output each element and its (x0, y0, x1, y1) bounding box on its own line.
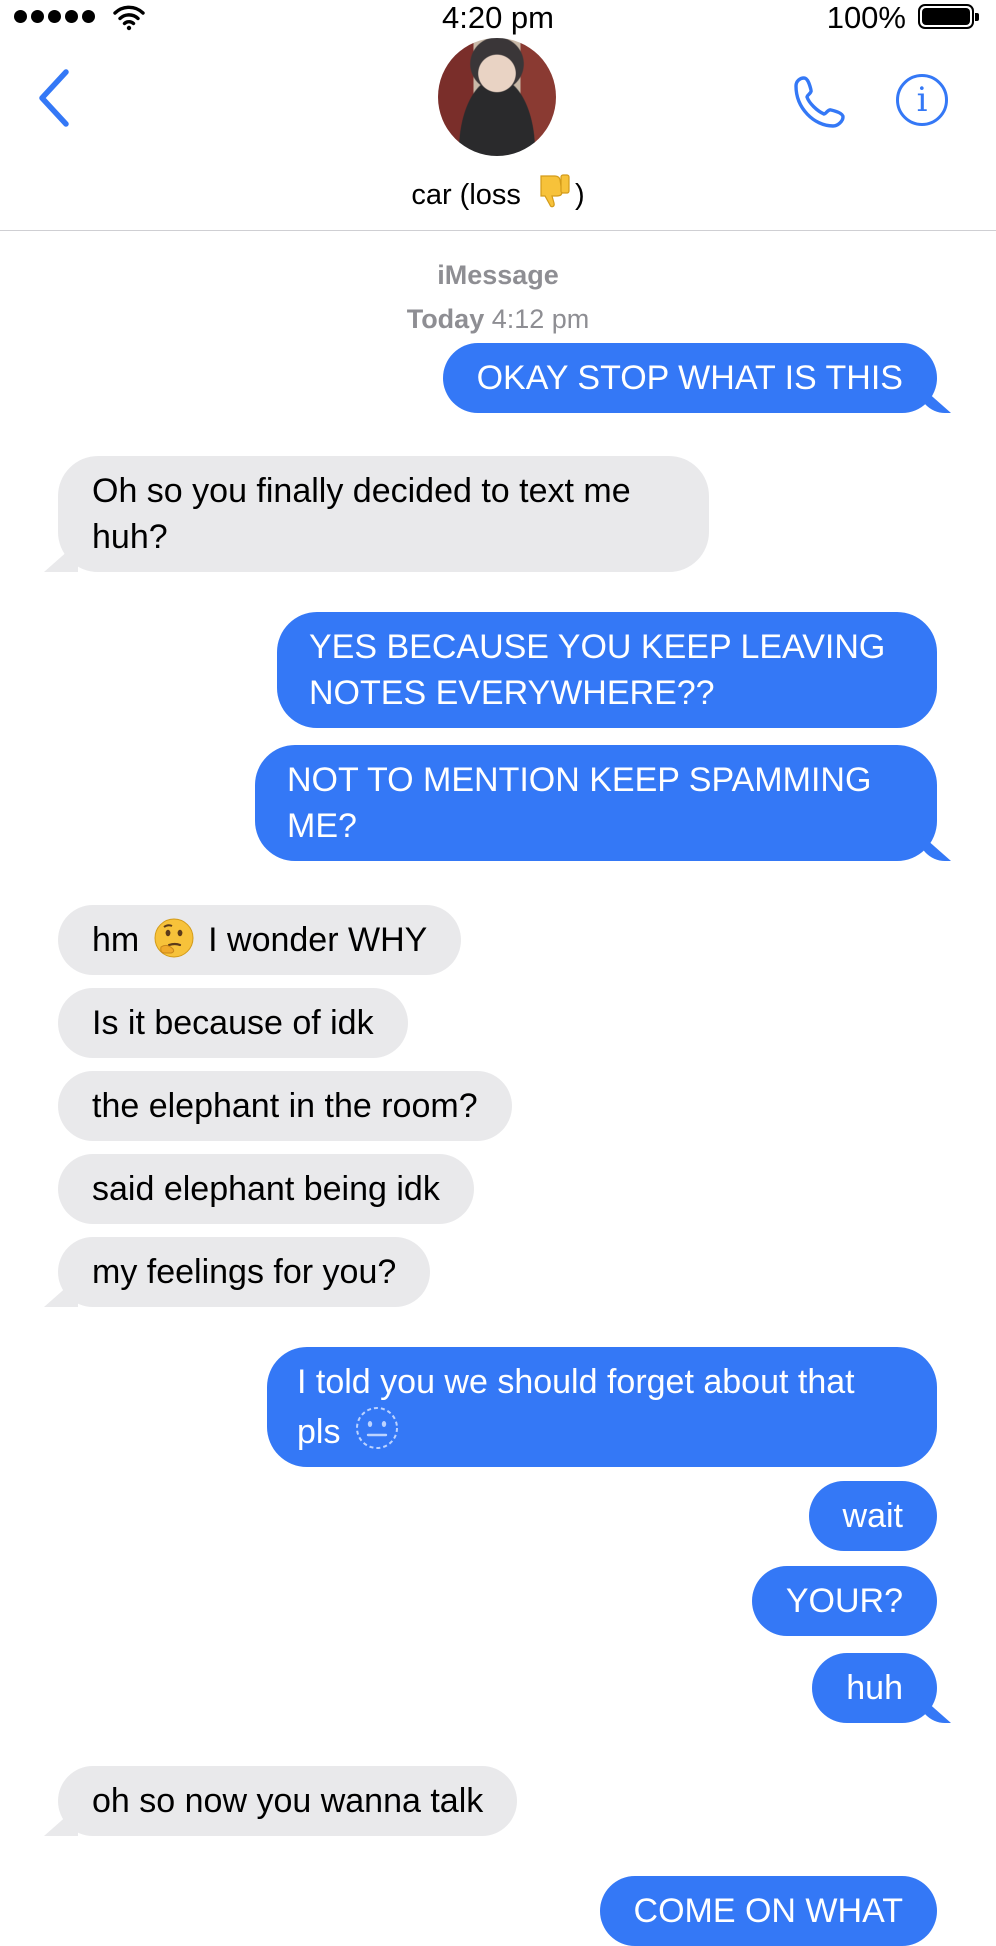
contact-name-end: ) (574, 179, 585, 211)
status-bar: 4:20 pm 100% (0, 0, 996, 38)
message-bubble-incoming[interactable]: my feelings for you? (58, 1237, 431, 1307)
message-bubble-outgoing[interactable]: huh (812, 1653, 937, 1723)
contact-name-text: car (loss (411, 179, 529, 211)
service-label: iMessage (437, 260, 559, 290)
message-bubble-incoming[interactable]: the elephant in the room? (58, 1071, 512, 1141)
message-bubble-outgoing[interactable]: YES BECAUSE YOU KEEP LEAVING NOTES EVERY… (277, 612, 937, 728)
conversation-timestamp: Today 4:12 pm (0, 304, 996, 335)
message-bubble-incoming[interactable]: hm I wonder WHY (58, 905, 462, 975)
chevron-left-icon[interactable] (36, 68, 72, 128)
message-bubble-outgoing[interactable]: wait (808, 1481, 937, 1551)
message-bubble-outgoing[interactable]: COME ON WHAT (599, 1876, 937, 1946)
thumbs-down-emoji (540, 174, 570, 208)
message-bubble-outgoing[interactable]: I told you we should forget about that p… (267, 1347, 937, 1467)
conversation-header: car (loss ) i (0, 38, 996, 231)
message-bubble-incoming[interactable]: said elephant being idk (58, 1154, 474, 1224)
message-bubble-outgoing[interactable]: NOT TO MENTION KEEP SPAMMING ME? (255, 745, 937, 861)
contact-avatar[interactable] (438, 38, 556, 156)
neutral-face-emoji (355, 1407, 398, 1449)
info-icon[interactable]: i (896, 74, 948, 126)
timestamp-time: 4:12 pm (484, 304, 590, 334)
battery-percent: 100% (826, 0, 906, 35)
message-bubble-incoming[interactable]: oh so now you wanna talk (58, 1766, 518, 1836)
timestamp-day: Today (406, 304, 485, 334)
battery-icon (918, 4, 979, 29)
thinking-face-emoji (154, 918, 194, 958)
message-text: I wonder WHY (198, 921, 428, 959)
message-bubble-incoming[interactable]: Oh so you finally decided to text me huh… (58, 456, 709, 572)
contact-name[interactable]: car (loss ) (0, 170, 996, 213)
message-bubble-outgoing[interactable]: OKAY STOP WHAT IS THIS (442, 343, 937, 413)
message-bubble-incoming[interactable]: Is it because of idk (58, 988, 408, 1058)
message-bubble-outgoing[interactable]: YOUR? (751, 1566, 937, 1636)
message-text: hm (92, 921, 149, 959)
phone-icon[interactable] (790, 72, 850, 132)
